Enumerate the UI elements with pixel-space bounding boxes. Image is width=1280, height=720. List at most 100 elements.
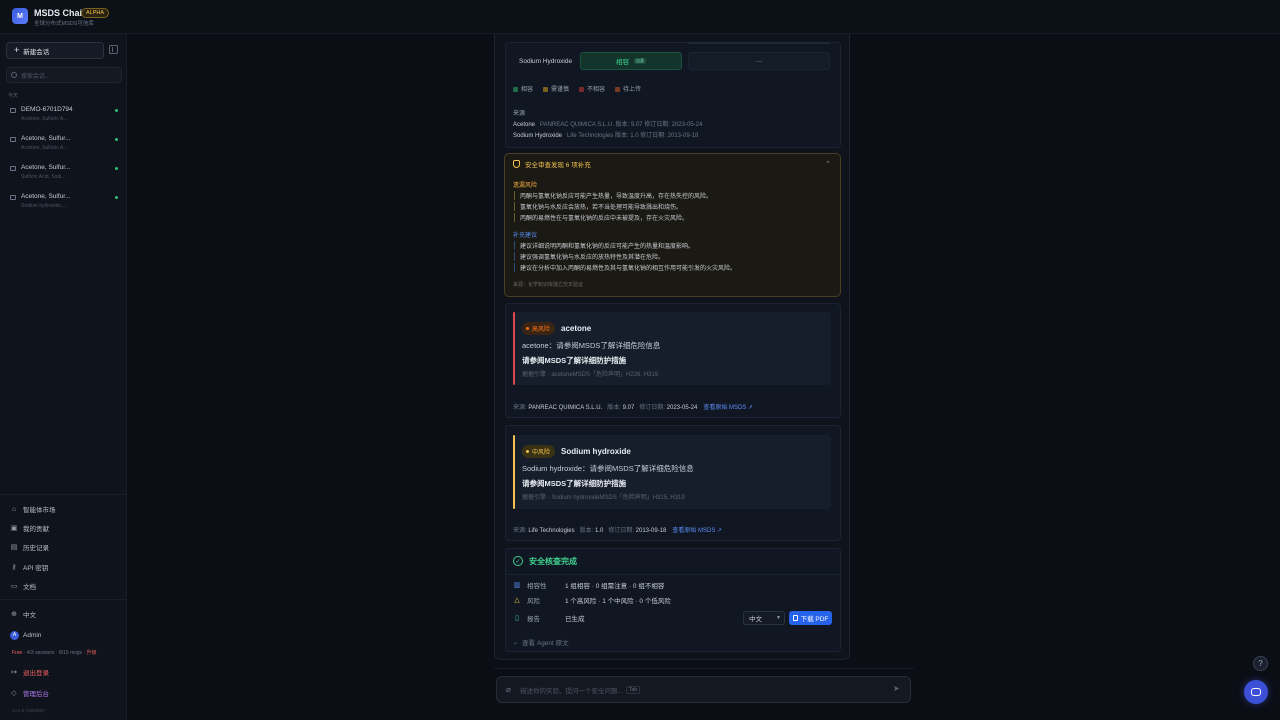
language-label: 中文 [23, 612, 36, 619]
sidebar-toggle-icon[interactable] [109, 45, 118, 54]
app-subtitle: 全球分布式MSDS可信库 [34, 21, 94, 27]
suggestion-item: 建议详细说明丙酮和氢氧化钠的反应可能产生的热量和温度影响。 [514, 241, 694, 250]
conversation-title: Acetone, Sulfur... [21, 164, 71, 171]
badge-dot [526, 450, 529, 453]
plus-icon: + [14, 45, 20, 55]
question-icon: ? [1258, 659, 1263, 668]
alpha-badge: ALPHA [81, 8, 110, 18]
avatar: A [10, 630, 19, 640]
summary-value: 1 个高风险 · 1 个中风险 · 0 个低风险 [565, 598, 671, 605]
summary-key: 风险 [527, 598, 540, 605]
new-chat-button[interactable]: + 新建会话 [6, 42, 104, 59]
composer-input[interactable]: 描述你的实验、提问一个安全问题... Tab [520, 685, 640, 695]
new-chat-label: 新建会话 [23, 48, 50, 56]
conversation-item[interactable]: Acetone, Sulfur... Acetone, Sulfuric A..… [8, 133, 122, 157]
view-msds-link[interactable]: 查看原始 MSDS ↗ [672, 528, 722, 534]
nav-label: API 密钥 [23, 565, 49, 572]
conversation-search-input[interactable]: 搜索会话... [6, 67, 122, 83]
attach-icon[interactable]: ⌀ [506, 685, 511, 694]
logout-button[interactable]: ↦ 退出登录 [10, 666, 49, 678]
nav-agent-market[interactable]: ⌂ 智能体市场 [10, 503, 56, 515]
legend-item: 需谨慎 [543, 84, 569, 93]
status-dot [115, 167, 118, 170]
chat-support-button[interactable] [1244, 680, 1268, 704]
logout-label: 退出登录 [23, 670, 49, 677]
sources-title: 来源 [513, 111, 526, 117]
view-agent-raw-toggle[interactable]: ⌄ 查看 Agent 原文 [513, 637, 569, 648]
nav-my-contributions[interactable]: ▣ 我的贡献 [10, 522, 49, 534]
nav-api-keys[interactable]: ⚷ API 密钥 [10, 561, 48, 573]
matrix-cell-empty: — [688, 52, 830, 70]
top-bar [0, 0, 1280, 34]
meta-date: 2023-05-24 [666, 405, 698, 411]
risk-badge-medium: 中风险 [522, 445, 556, 458]
download-pdf-button[interactable]: 下载 PDF [789, 611, 832, 625]
review-footer: 来源：化学知识库独立交叉验证 [513, 282, 584, 288]
composer-divider [494, 668, 914, 669]
meta-source: PANREAC QUIMICA S.L.U. [528, 405, 603, 411]
legend-item: 不相容 [579, 84, 605, 93]
source-name: Acetone [513, 122, 536, 128]
hazard-line: acetone：请参阅MSDS了解详细危险信息 [522, 341, 661, 350]
conversation-title: Acetone, Sulfur... [21, 193, 71, 200]
citation: 据据引擎 · acetoneMSDS「危险声明」H226, H319 [522, 372, 659, 378]
meta-version: 1.0 [594, 528, 604, 534]
conversation-item[interactable]: DEMO-6701D794 Acetone, Sulfuric A... [8, 104, 122, 128]
matrix-cell-compatible[interactable]: 相容 自身 [580, 52, 682, 70]
source-line: Sodium Hydroxide Life Technologies 版本: 1.… [513, 130, 698, 139]
conversation-subtitle: Acetone, Sulfuric A... [21, 116, 68, 122]
cell-value: 相容 [616, 59, 629, 66]
help-button[interactable]: ? [1253, 656, 1268, 671]
check-complete-title: 安全核查完成 [529, 556, 577, 566]
summary-row-risk: △ 风险 1 个高风险 · 1 个中风险 · 0 个低风险 [513, 595, 671, 605]
citation: 据据引擎 · Sodium hydroxideMSDS「危险声明」H315, H… [522, 495, 685, 501]
gift-icon: ▣ [10, 525, 18, 532]
nav-label: 文档 [23, 584, 36, 591]
summary-row-report: ▯ 报告 已生成 [513, 613, 584, 623]
language-switch[interactable]: ⊕ 中文 [10, 608, 36, 620]
conversation-item[interactable]: Acetone, Sulfur... Sulfuric Acid, Sodi..… [8, 162, 122, 186]
key-icon: ⚷ [11, 564, 17, 571]
user-profile[interactable]: A Admin [10, 629, 41, 641]
admin-link[interactable]: ◇ 管理后台 [10, 687, 49, 699]
card-divider [505, 574, 841, 575]
risk-level-bar [513, 435, 515, 509]
legend-swatch [615, 86, 621, 92]
chevron-up-icon[interactable]: ⌃ [825, 160, 831, 168]
report-language-select[interactable]: 中文 ▼ [743, 611, 785, 625]
safety-review-header[interactable]: 安全审查发现 6 项补充 [513, 159, 591, 169]
section-label-today: 今天 [8, 93, 19, 99]
missed-risks-title: 遗漏风险 [513, 183, 538, 189]
conversation-subtitle: Acetone, Sulfuric A... [21, 145, 68, 151]
conversation-item[interactable]: Acetone, Sulfur... Sodium hydroxide,... [8, 191, 122, 215]
app-title: MSDS Chain [34, 8, 88, 18]
view-msds-link[interactable]: 查看原始 MSDS ↗ [703, 405, 753, 411]
missed-risk-item: 氢氧化钠与水反应会放热，若不当处理可能导致溅出和烧伤。 [514, 202, 682, 211]
sidebar-divider [0, 494, 127, 495]
conversation-title: DEMO-6701D794 [21, 106, 73, 113]
chevron-down-icon: ▼ [776, 615, 781, 621]
meta-label: 来源: [513, 405, 529, 411]
nav-docs[interactable]: ▭ 文档 [10, 580, 36, 592]
status-dot [115, 138, 118, 141]
badge-label: 中风险 [532, 450, 551, 456]
plan-usage-text: · 4/3 sessions · 8/15 msgs · [22, 650, 87, 656]
legend-label: 相容 [521, 87, 534, 93]
meta-label: 修订日期: [639, 405, 667, 411]
summary-key: 相容性 [527, 583, 547, 590]
download-pdf-label: 下载 PDF [800, 616, 829, 623]
history-icon: ▤ [10, 544, 18, 551]
warning-icon: △ [514, 597, 520, 604]
selected-language: 中文 [749, 616, 762, 623]
legend-item: 相容 [513, 84, 533, 93]
source-name: Sodium Hydroxide [513, 133, 563, 139]
matrix-row-label: Sodium Hydroxide [519, 58, 573, 65]
summary-row-compat: ▥ 相容性 1 组相容 · 0 组需注意 · 0 组不相容 [513, 580, 665, 590]
chemical-name: Sodium hydroxide [561, 447, 631, 456]
meta-version: 9.07 [622, 405, 635, 411]
suggestions-title: 补充建议 [513, 233, 538, 239]
legend-item: 待上传 [615, 84, 641, 93]
send-icon[interactable]: ➤ [893, 684, 900, 693]
nav-history[interactable]: ▤ 历史记录 [10, 541, 49, 553]
upgrade-link[interactable]: 升级 [86, 650, 96, 656]
